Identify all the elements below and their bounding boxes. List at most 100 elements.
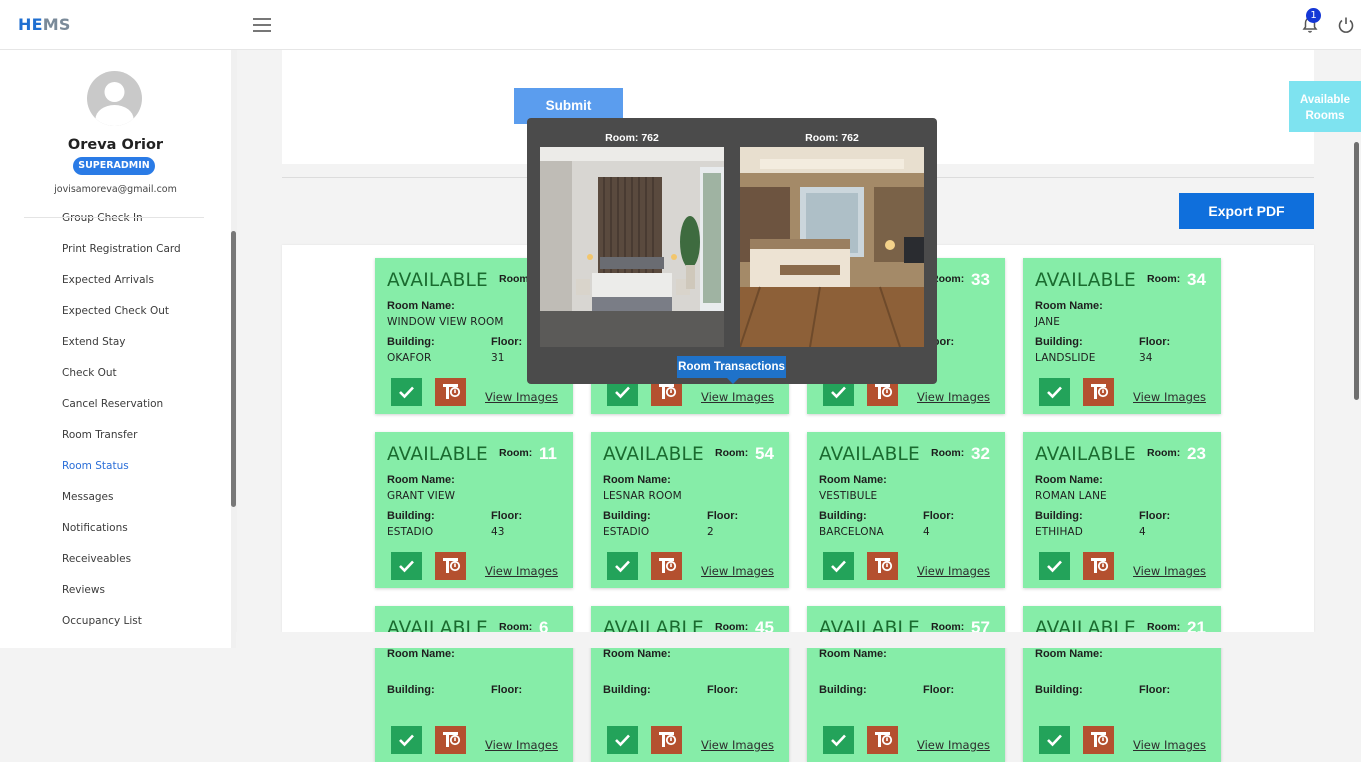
room-label: Room: (1147, 447, 1181, 459)
available-rooms-button[interactable]: Available Rooms (1289, 81, 1361, 132)
checkmark-icon (1047, 386, 1062, 399)
room-label: Room: (931, 447, 965, 459)
pin-icon (1091, 732, 1109, 747)
check-in-button[interactable] (607, 726, 638, 754)
sidebar-item-occupancy-list[interactable]: Occupancy List (62, 615, 142, 627)
room-number: 33 (971, 270, 990, 289)
check-in-button[interactable] (1039, 726, 1070, 754)
sidebar-scrollbar[interactable] (231, 231, 236, 507)
check-in-button[interactable] (391, 378, 422, 406)
view-images-link[interactable]: View Images (1133, 564, 1206, 578)
building-label: Building: (819, 684, 867, 696)
room-transactions-button[interactable] (651, 726, 682, 754)
room-name-label: Room Name: (603, 648, 671, 660)
check-in-button[interactable] (391, 726, 422, 754)
floor-value: 34 (1139, 352, 1153, 364)
logo-part-1: HE (18, 15, 43, 34)
room-name-label: Room Name: (1035, 648, 1103, 660)
avatar[interactable] (87, 71, 142, 126)
sidebar-menu: Group Check In Print Registration Card E… (0, 210, 231, 648)
view-images-link[interactable]: View Images (1133, 738, 1206, 752)
sidebar-item-reviews[interactable]: Reviews (62, 584, 105, 596)
view-images-link[interactable]: View Images (701, 564, 774, 578)
check-in-button[interactable] (823, 726, 854, 754)
popup-caption-right: Room: 762 (805, 132, 859, 144)
sidebar-item-room-status[interactable]: Room Status (62, 460, 129, 472)
sidebar-item-group-check-in[interactable]: Group Check In (62, 212, 143, 224)
building-label: Building: (819, 510, 867, 522)
checkmark-icon (615, 734, 630, 747)
room-transactions-button[interactable] (867, 552, 898, 580)
view-images-link[interactable]: View Images (485, 564, 558, 578)
room-transactions-button[interactable] (651, 552, 682, 580)
power-icon[interactable] (1337, 16, 1355, 34)
room-card: AVAILABLE Room: 45 Room Name: Building: Floor… (591, 606, 789, 762)
room-card: AVAILABLE Room: 21 Room Name: Building: Floor… (1023, 606, 1221, 762)
check-in-button[interactable] (1039, 552, 1070, 580)
profile-name: Oreva Orior (67, 137, 164, 153)
app-logo[interactable]: HEMS (18, 15, 71, 34)
room-number: 32 (971, 444, 990, 463)
room-name-label: Room Name: (387, 648, 455, 660)
checkmark-icon (1047, 560, 1062, 573)
sidebar-item-messages[interactable]: Messages (62, 491, 114, 503)
sidebar-item-room-transfer[interactable]: Room Transfer (62, 429, 137, 441)
room-transactions-button[interactable] (435, 378, 466, 406)
building-label: Building: (387, 336, 435, 348)
view-images-link[interactable]: View Images (701, 390, 774, 404)
sidebar-item-notifications[interactable]: Notifications (62, 522, 128, 534)
room-photo-1 (540, 147, 724, 347)
building-value: ETHIHAD (1035, 526, 1083, 538)
room-transactions-button[interactable] (1083, 726, 1114, 754)
room-status: AVAILABLE (819, 444, 920, 465)
floor-label: Floor: (491, 684, 523, 696)
room-number: 23 (1187, 444, 1206, 463)
room-transactions-button[interactable] (867, 726, 898, 754)
user-silhouette-icon (95, 82, 134, 126)
pin-icon (875, 558, 893, 573)
view-images-link[interactable]: View Images (485, 738, 558, 752)
view-images-link[interactable]: View Images (1133, 390, 1206, 404)
sidebar-item-print-registration-card[interactable]: Print Registration Card (62, 243, 181, 255)
room-number: 34 (1187, 270, 1206, 289)
building-label: Building: (1035, 510, 1083, 522)
room-card: AVAILABLE Room: 23 Room Name: ROMAN LANE Buil… (1023, 432, 1221, 588)
popup-caption-left: Room: 762 (605, 132, 659, 144)
room-name-label: Room Name: (603, 474, 671, 486)
sidebar-item-check-out[interactable]: Check Out (62, 367, 117, 379)
sidebar-item-expected-arrivals[interactable]: Expected Arrivals (62, 274, 154, 286)
check-in-button[interactable] (607, 552, 638, 580)
building-label: Building: (1035, 684, 1083, 696)
view-images-link[interactable]: View Images (701, 738, 774, 752)
view-images-link[interactable]: View Images (917, 738, 990, 752)
checkmark-icon (399, 734, 414, 747)
sidebar-item-extend-stay[interactable]: Extend Stay (62, 336, 126, 348)
pin-icon (875, 732, 893, 747)
check-in-button[interactable] (391, 552, 422, 580)
sidebar-item-cancel-reservation[interactable]: Cancel Reservation (62, 398, 163, 410)
room-transactions-button[interactable] (435, 726, 466, 754)
export-pdf-button[interactable]: Export PDF (1179, 193, 1314, 229)
room-transactions-button[interactable] (435, 552, 466, 580)
sidebar-item-expected-check-out[interactable]: Expected Check Out (62, 305, 169, 317)
room-card: AVAILABLE Room: 6 Room Name: Building: Floor:… (375, 606, 573, 762)
page-scrollbar[interactable] (1354, 142, 1359, 400)
view-images-link[interactable]: View Images (485, 390, 558, 404)
floor-label: Floor: (923, 510, 955, 522)
pin-icon (659, 558, 677, 573)
room-number: 11 (539, 444, 557, 463)
floor-value: 4 (923, 526, 930, 538)
checkmark-icon (831, 734, 846, 747)
view-images-link[interactable]: View Images (917, 564, 990, 578)
room-name-value: GRANT VIEW (387, 490, 456, 502)
room-transactions-button[interactable] (1083, 378, 1114, 406)
floor-label: Floor: (707, 510, 739, 522)
menu-toggle-icon[interactable] (253, 18, 271, 32)
sidebar-item-receiveables[interactable]: Receiveables (62, 553, 131, 565)
room-status: AVAILABLE (387, 444, 488, 465)
check-in-button[interactable] (823, 552, 854, 580)
check-in-button[interactable] (1039, 378, 1070, 406)
room-name-value: JANE (1035, 316, 1060, 328)
view-images-link[interactable]: View Images (917, 390, 990, 404)
room-transactions-button[interactable] (1083, 552, 1114, 580)
